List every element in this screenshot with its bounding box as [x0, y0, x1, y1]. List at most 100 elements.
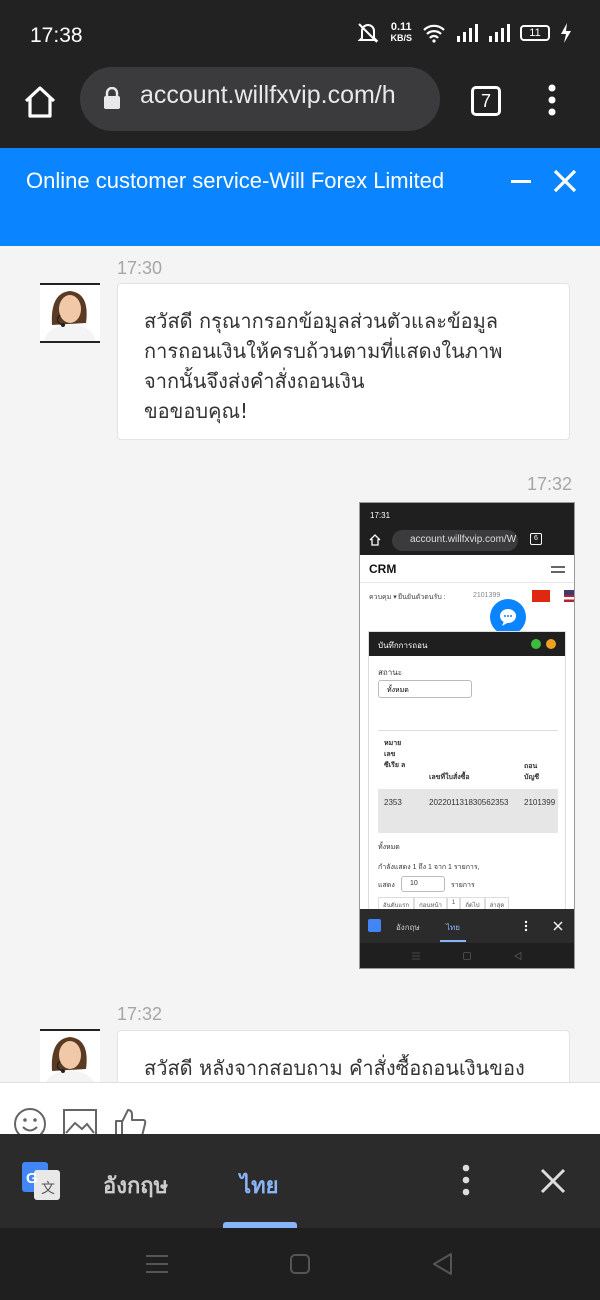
attached-screenshot-image[interactable]: 17:31 account.willfxvip.com/W 6 CRM ควบค…	[359, 502, 575, 969]
browser-toolbar: account.willfxvip.com/h 7	[0, 67, 600, 148]
mini-translate-to: ไทย	[446, 923, 460, 932]
message-line: สวัสดี กรุณากรอกข้อมูลส่วนตัวและข้อมูล	[144, 309, 499, 333]
chat-messages[interactable]: 17:30 สวัสดี กรุณากรอกข้อมูลส่วนตัวและข้…	[0, 246, 600, 1082]
message-time: 17:30	[117, 258, 163, 278]
chat-title: Online customer service-Will Forex Limit…	[26, 168, 445, 193]
back-icon[interactable]	[431, 1252, 453, 1276]
status-icons: 0.11 KB/S 11	[356, 22, 572, 44]
wifi-icon	[423, 24, 445, 43]
more-vert-icon[interactable]	[546, 84, 558, 120]
status-bar: 17:38 0.11 KB/S 11	[0, 0, 600, 70]
mini-cell: 2353	[384, 798, 402, 807]
mini-brand: CRM	[369, 562, 397, 576]
message-composer	[0, 1082, 600, 1140]
mini-items-label: รายการ	[451, 882, 475, 889]
home-icon[interactable]	[22, 84, 58, 120]
message-time: 17:32	[117, 1004, 163, 1024]
net-speed: 0.11 KB/S	[390, 22, 412, 44]
hamburger-icon	[551, 566, 565, 573]
message-line: ขอขอบคุณ!	[144, 399, 249, 423]
mini-status-bar: 17:31	[360, 503, 574, 527]
message-line: การถอนเงินให้ครบถ้วนตามที่แสดงในภาพ	[144, 339, 503, 363]
menu-icon	[412, 952, 420, 960]
avatar	[40, 283, 100, 343]
mini-cell: 202201131830562353	[429, 798, 509, 807]
url-text: account.willfxvip.com/h	[140, 81, 396, 109]
google-translate-icon	[368, 919, 381, 932]
mini-col-header: เลขที่ใบสั่งซื้อ	[429, 774, 470, 781]
more-vert-icon	[524, 920, 528, 932]
home-square-icon[interactable]	[289, 1253, 311, 1275]
charging-icon	[561, 23, 571, 43]
square-icon	[463, 952, 471, 960]
mini-translate-bar: อังกฤษ ไทย	[360, 909, 574, 943]
more-vert-icon[interactable]	[459, 1164, 473, 1198]
mini-nav-left: ควบคุม ▾	[369, 594, 397, 601]
mini-status-select: ทั้งหมด	[378, 680, 472, 698]
chat-header: Online customer service-Will Forex Limit…	[0, 148, 600, 246]
net-speed-unit: KB/S	[390, 33, 412, 43]
close-icon[interactable]	[540, 1168, 566, 1194]
mini-translate-underline	[440, 940, 466, 942]
lock-icon	[104, 87, 120, 109]
mini-url-bar: account.willfxvip.com/W 6	[360, 527, 574, 555]
mini-account: 2101399	[473, 592, 501, 599]
mini-nav: ควบคุม ▾ ยืนยันตัวตนรับ : 2101399	[360, 583, 574, 613]
mini-status-value: ทั้งหมด	[387, 687, 409, 694]
home-icon	[369, 534, 381, 546]
address-bar[interactable]: account.willfxvip.com/h	[80, 67, 440, 131]
mini-divider	[378, 730, 558, 731]
agent-message-bubble: สวัสดี กรุณากรอกข้อมูลส่วนตัวและข้อมูล ก…	[117, 283, 570, 440]
google-translate-icon[interactable]: G文	[22, 1162, 60, 1200]
image-icon[interactable]	[63, 1109, 97, 1137]
refresh-icon	[531, 639, 541, 649]
message-line: จากนั้นจึงส่งคำสั่งถอนเงิน	[144, 369, 365, 393]
translate-bar: G文 อังกฤษ ไทย	[0, 1134, 600, 1228]
mini-page-size: 10	[401, 876, 445, 892]
mini-showing: กำลังแสดง 1 ถึง 1 จาก 1 รายการ,	[378, 864, 480, 871]
translate-source-lang[interactable]: อังกฤษ	[103, 1168, 168, 1203]
back-icon	[514, 952, 522, 960]
system-nav-bar	[0, 1228, 600, 1300]
mini-nav-bar	[360, 943, 574, 968]
mini-col-header: หมาย เลข ซีเรีย ล	[384, 740, 406, 769]
china-flag-icon	[532, 590, 550, 602]
mini-address: account.willfxvip.com/W	[392, 530, 518, 551]
mini-show-label: แสดง	[378, 882, 395, 889]
close-icon[interactable]	[552, 168, 578, 194]
mini-translate-from: อังกฤษ	[396, 923, 420, 932]
us-flag-icon	[564, 590, 574, 602]
mute-icon	[358, 23, 379, 43]
status-time: 17:38	[30, 24, 83, 47]
mini-url: account.willfxvip.com/W	[410, 534, 517, 545]
signal-icon	[457, 24, 478, 42]
settings-icon	[546, 639, 556, 649]
mini-status-label: สถานะ	[378, 668, 402, 677]
mini-time: 17:31	[370, 511, 391, 520]
net-speed-value: 0.11	[390, 21, 412, 33]
svg-text:文: 文	[41, 1181, 55, 1197]
message-line: สวัสดี หลังจากสอบถาม คำสั่งซื้อถอนเงินขอ…	[144, 1056, 525, 1080]
menu-icon[interactable]	[146, 1254, 168, 1274]
close-icon	[553, 921, 563, 931]
svg-text:G: G	[26, 1170, 38, 1187]
mini-tab-count: 6	[530, 533, 542, 545]
signal-icon	[489, 24, 510, 42]
mini-brand-bar: CRM	[360, 555, 574, 583]
mini-withdraw-panel: บันทึกการถอน สถานะ ทั้งหมด หมาย เลข ซีเร…	[368, 631, 566, 913]
chat-bubble-icon	[490, 599, 526, 635]
mini-col-header: ถอน บัญชี	[524, 763, 540, 781]
mini-table-row: 2353 202201131830562353 2101399	[378, 789, 558, 833]
minimize-button[interactable]	[511, 180, 531, 183]
mini-panel-header: บันทึกการถอน	[369, 632, 565, 656]
tab-switcher-button[interactable]: 7	[471, 86, 501, 116]
message-time: 17:32	[527, 474, 573, 494]
battery-icon: 11	[520, 25, 550, 41]
avatar	[40, 1029, 100, 1082]
mini-total: ทั้งหมด	[378, 844, 400, 851]
mini-cell: 2101399	[524, 798, 556, 807]
translate-target-lang[interactable]: ไทย	[240, 1168, 278, 1203]
agent-message-bubble: สวัสดี หลังจากสอบถาม คำสั่งซื้อถอนเงินขอ…	[117, 1030, 570, 1082]
mini-nav-mid: ยืนยันตัวตนรับ :	[398, 594, 446, 601]
mini-panel-title: บันทึกการถอน	[378, 641, 428, 650]
